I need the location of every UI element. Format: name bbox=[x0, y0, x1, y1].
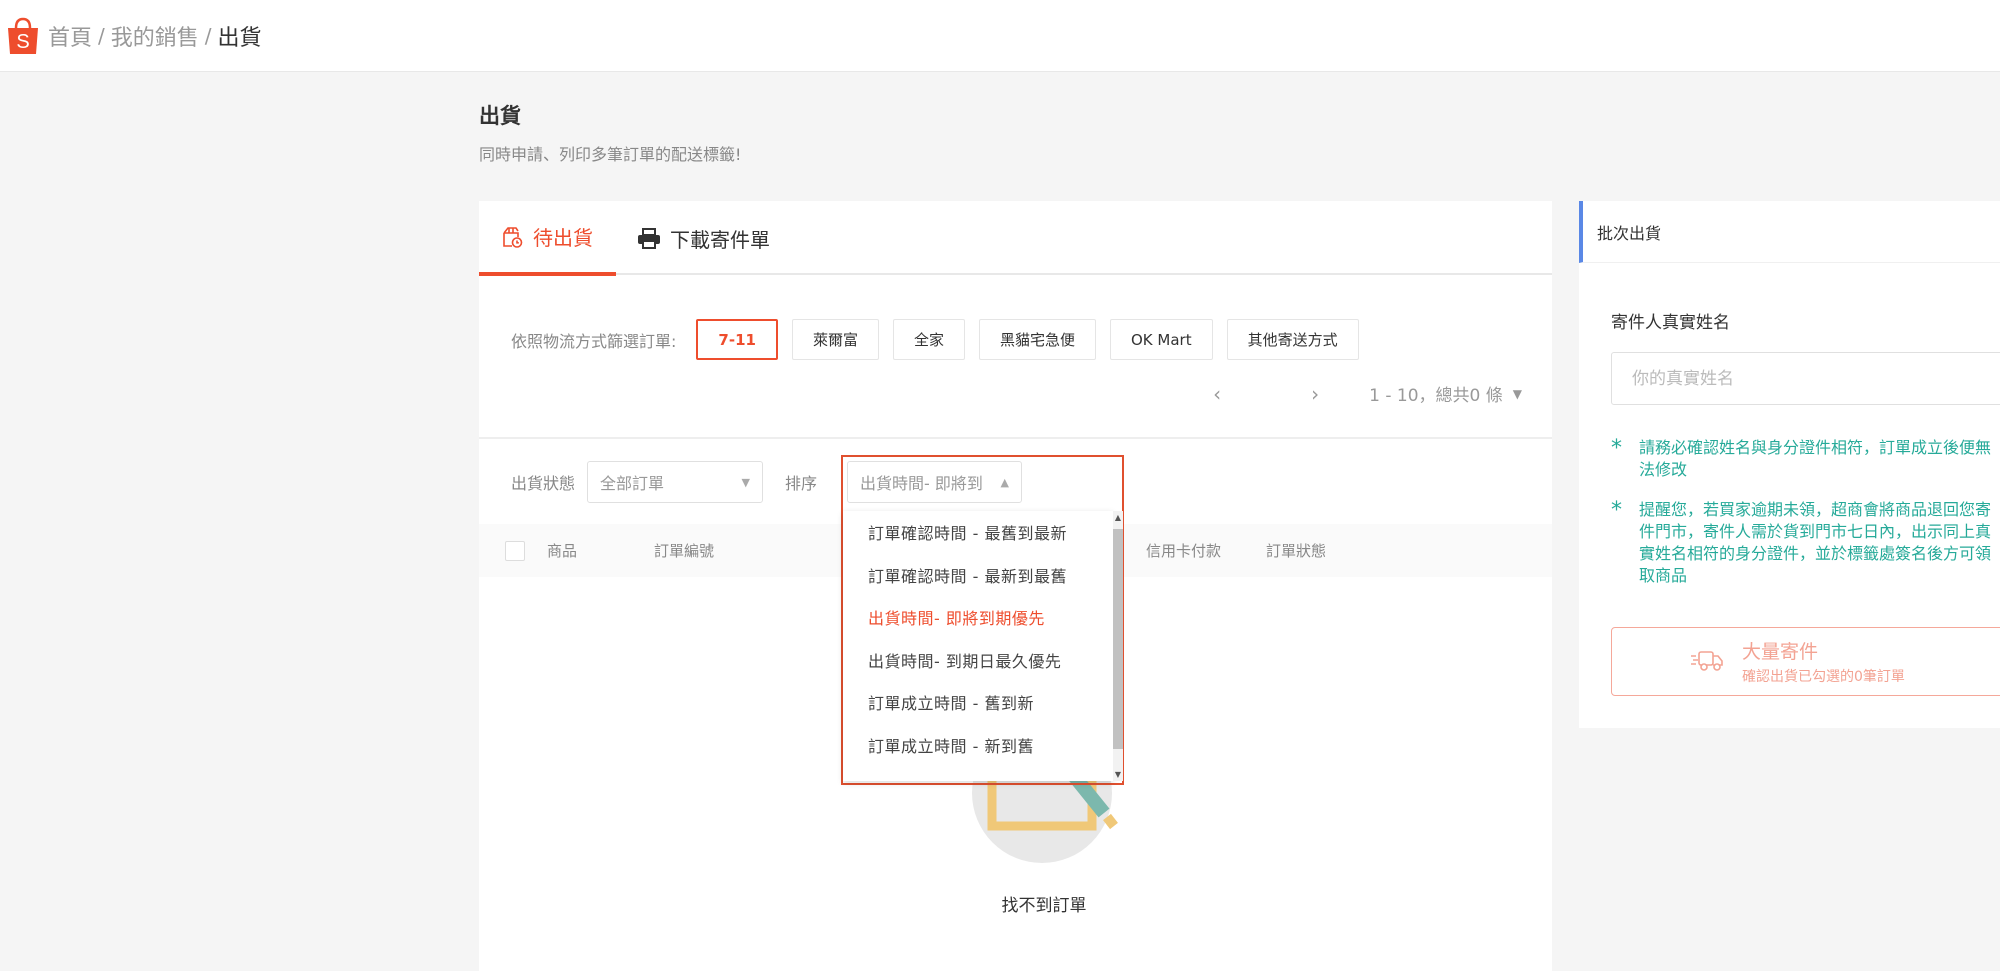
scrollbar-thumb[interactable] bbox=[1113, 529, 1123, 749]
sort-option[interactable]: 訂單確認時間 - 最新到最舊 bbox=[843, 554, 1113, 597]
sort-label: 排序 bbox=[785, 474, 818, 493]
page-range-text[interactable]: 1 - 10，總共0 條 bbox=[1369, 381, 1503, 406]
notice-item: * 提醒您，若買家逾期未領，超商會將商品退回您寄件門市，寄件人需於貨到門市七日內… bbox=[1611, 499, 1991, 587]
tab-download-label-text: 下載寄件單 bbox=[670, 227, 770, 252]
column-order-status: 訂單狀態 bbox=[1266, 542, 1327, 560]
breadcrumb-home[interactable]: 首頁 bbox=[48, 20, 92, 52]
sort-options-list: 訂單確認時間 - 最舊到最新 訂單確認時間 - 最新到最舊 出貨時間- 即將到期… bbox=[843, 511, 1113, 781]
section-divider bbox=[479, 437, 1552, 439]
filter-chip-familymart[interactable]: 全家 bbox=[892, 319, 965, 360]
filter-chip-other[interactable]: 其他寄送方式 bbox=[1226, 319, 1359, 360]
tab-to-ship[interactable]: 待出貨 bbox=[479, 201, 616, 276]
next-page-button[interactable]: › bbox=[1311, 382, 1319, 406]
delivery-truck-icon bbox=[1690, 648, 1724, 676]
status-sort-row: 出貨狀態 全部訂單 ▼ 排序 bbox=[511, 461, 829, 503]
page-title: 出貨 bbox=[479, 104, 521, 128]
printer-icon bbox=[636, 225, 662, 251]
notice-list: * 請務必確認姓名與身分證件相符，訂單成立後便無法修改 * 提醒您，若買家逾期未… bbox=[1611, 437, 1991, 605]
sort-select[interactable]: 出貨時間- 即將到 ▲ bbox=[847, 461, 1022, 503]
filter-chip-okmart[interactable]: OK Mart bbox=[1110, 319, 1213, 360]
select-all-checkbox[interactable] bbox=[505, 540, 525, 561]
filter-chip-hilife[interactable]: 萊爾富 bbox=[791, 319, 879, 360]
batch-ship-title: 批次出貨 bbox=[1579, 201, 2000, 263]
sort-option[interactable]: 訂單成立時間 - 新到舊 bbox=[843, 724, 1113, 767]
breadcrumb: 首頁 / 我的銷售 / 出貨 bbox=[48, 20, 262, 52]
status-filter-label: 出貨狀態 bbox=[511, 474, 576, 493]
sender-name-label: 寄件人真實姓名 bbox=[1611, 313, 1730, 333]
notice-text: 請務必確認姓名與身分證件相符，訂單成立後便無法修改 bbox=[1639, 438, 1992, 479]
shopee-logo-icon[interactable]: S bbox=[6, 16, 40, 56]
bulk-ship-button[interactable]: 大量寄件 確認出貨已勾選的0筆訂單 bbox=[1611, 627, 2000, 696]
bulk-ship-subtitle: 確認出貨已勾選的0筆訂單 bbox=[1742, 669, 1905, 685]
sender-name-input[interactable] bbox=[1611, 352, 2000, 405]
page-subtitle: 同時申請、列印多筆訂單的配送標籤! bbox=[479, 145, 742, 164]
filter-chip-711[interactable]: 7-11 bbox=[696, 319, 778, 360]
sort-dropdown: 出貨時間- 即將到 ▲ 訂單確認時間 - 最舊到最新 訂單確認時間 - 最新到最… bbox=[841, 455, 1124, 785]
notice-text: 提醒您，若買家逾期未領，超商會將商品退回您寄件門市，寄件人需於貨到門市七日內，出… bbox=[1639, 500, 1992, 585]
scroll-down-icon[interactable]: ▼ bbox=[1113, 770, 1123, 779]
bulk-ship-text: 大量寄件 確認出貨已勾選的0筆訂單 bbox=[1742, 637, 1905, 686]
chevron-up-icon: ▲ bbox=[1000, 475, 1009, 489]
column-credit-card: 信用卡付款 bbox=[1146, 542, 1222, 560]
breadcrumb-current: 出貨 bbox=[217, 25, 262, 51]
logistics-filter-label: 依照物流方式篩選訂單: bbox=[511, 331, 677, 351]
bulk-ship-title: 大量寄件 bbox=[1742, 641, 1819, 663]
sort-option[interactable]: 出貨時間- 到期日最久優先 bbox=[843, 639, 1113, 682]
package-clock-icon bbox=[499, 224, 525, 250]
svg-text:S: S bbox=[16, 31, 29, 53]
asterisk-icon: * bbox=[1611, 498, 1622, 523]
status-select-value: 全部訂單 bbox=[600, 474, 665, 493]
pagination: ‹ › 1 - 10，總共0 條 ▼ bbox=[1213, 381, 1522, 407]
tab-bar: 待出貨 下載寄件單 bbox=[479, 201, 1552, 276]
column-product: 商品 bbox=[547, 542, 578, 560]
logistics-filter: 依照物流方式篩選訂單: 7-11 萊爾富 全家 黑貓宅急便 OK Mart 其他… bbox=[511, 319, 1373, 360]
empty-state-text: 找不到訂單 bbox=[1001, 896, 1087, 916]
scroll-up-icon[interactable]: ▲ bbox=[1113, 513, 1123, 522]
breadcrumb-separator: / bbox=[98, 23, 105, 48]
column-order-number: 訂單編號 bbox=[654, 542, 715, 560]
breadcrumb-my-sales[interactable]: 我的銷售 bbox=[111, 20, 199, 52]
top-bar: S 首頁 / 我的銷售 / 出貨 bbox=[0, 0, 2000, 72]
sort-select-value: 出貨時間- 即將到 bbox=[860, 474, 983, 493]
breadcrumb-separator: / bbox=[204, 23, 212, 48]
batch-ship-panel: 批次出貨 寄件人真實姓名 * 請務必確認姓名與身分證件相符，訂單成立後便無法修改… bbox=[1579, 201, 2000, 728]
notice-item: * 請務必確認姓名與身分證件相符，訂單成立後便無法修改 bbox=[1611, 437, 1991, 481]
filter-chip-tcat[interactable]: 黑貓宅急便 bbox=[978, 319, 1096, 360]
sort-option-selected[interactable]: 出貨時間- 即將到期優先 bbox=[843, 596, 1113, 639]
sort-option[interactable]: 訂單確認時間 - 最舊到最新 bbox=[843, 511, 1113, 554]
sort-option[interactable]: 訂單成立時間 - 舊到新 bbox=[843, 681, 1113, 724]
dropdown-scrollbar[interactable]: ▲ ▼ bbox=[1113, 511, 1123, 781]
status-select[interactable]: 全部訂單 ▼ bbox=[587, 461, 764, 503]
tab-download-label[interactable]: 下載寄件單 bbox=[636, 201, 770, 275]
page-size-caret-icon[interactable]: ▼ bbox=[1513, 387, 1522, 401]
chevron-down-icon: ▼ bbox=[741, 475, 751, 489]
asterisk-icon: * bbox=[1611, 436, 1622, 461]
prev-page-button[interactable]: ‹ bbox=[1213, 382, 1221, 406]
tab-to-ship-label: 待出貨 bbox=[533, 226, 593, 250]
